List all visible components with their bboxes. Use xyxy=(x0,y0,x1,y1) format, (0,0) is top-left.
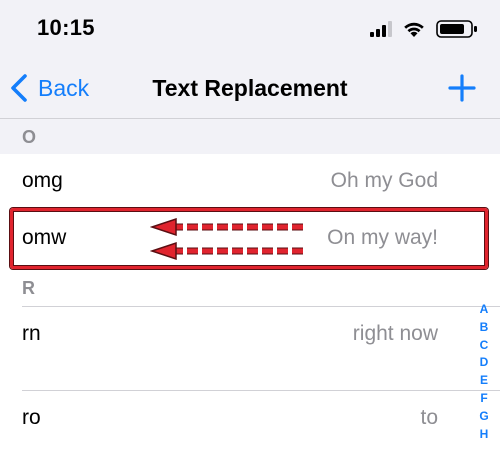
signal-icon xyxy=(370,21,392,37)
list-item-ro[interactable]: ro to xyxy=(0,391,500,445)
index-letter-f[interactable]: F xyxy=(475,390,493,408)
section-header-r: R xyxy=(0,272,500,306)
index-letter-h[interactable]: H xyxy=(475,426,493,444)
battery-icon xyxy=(436,20,477,38)
section-index[interactable]: A B C D E F G H xyxy=(475,301,493,443)
index-letter-g[interactable]: G xyxy=(475,408,493,426)
section-header-label: O xyxy=(22,127,37,147)
shortcut-phrase: ro xyxy=(22,406,41,429)
index-letter-e[interactable]: E xyxy=(475,372,493,390)
list-item-rn[interactable]: rn right now xyxy=(0,307,500,361)
plus-icon[interactable] xyxy=(446,72,478,104)
index-letter-b[interactable]: B xyxy=(475,319,493,337)
section-header-o: O xyxy=(0,119,500,154)
shortcut-phrase: omg xyxy=(22,169,63,192)
status-icons xyxy=(348,19,478,39)
shortcut-phrase: rn xyxy=(22,322,41,345)
wifi-icon xyxy=(404,22,424,37)
double-arrow-left-icon xyxy=(150,218,303,261)
shortcut-expansion: to xyxy=(420,406,438,429)
index-letter-a[interactable]: A xyxy=(475,301,493,319)
shortcut-expansion: right now xyxy=(352,322,438,345)
index-letter-d[interactable]: D xyxy=(475,354,493,372)
list-item-omg[interactable]: omg Oh my God xyxy=(0,154,500,208)
status-bar: 10:15 xyxy=(0,0,500,58)
index-letter-c[interactable]: C xyxy=(475,337,493,355)
shortcut-expansion: Oh my God xyxy=(330,169,438,192)
page-title: Text Replacement xyxy=(152,75,348,101)
section-header-label: R xyxy=(22,278,35,298)
status-time: 10:15 xyxy=(37,15,95,40)
navigation-bar: Back Text Replacement xyxy=(0,58,500,119)
